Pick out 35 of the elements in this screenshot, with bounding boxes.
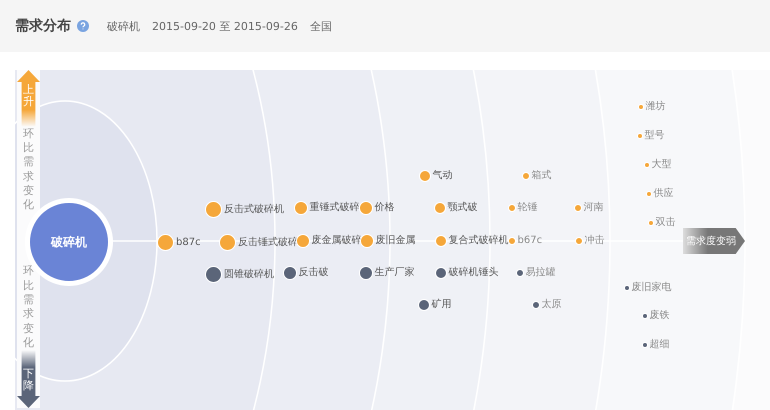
keyword-label[interactable]: b87c bbox=[176, 236, 201, 250]
keyword-label[interactable]: 潍坊 bbox=[646, 100, 666, 114]
keyword-label[interactable]: 反击式破碎机 bbox=[224, 202, 284, 216]
keyword-label[interactable]: 河南 bbox=[584, 201, 604, 215]
keyword-label[interactable]: 大型 bbox=[652, 158, 672, 172]
keyword-label[interactable]: 生产厂家 bbox=[374, 266, 414, 280]
keyword-label[interactable]: 轮锤 bbox=[518, 201, 538, 215]
section-title: 需求分布 bbox=[15, 17, 71, 35]
keyword-label[interactable]: 复合式破碎机 bbox=[448, 234, 508, 248]
keyword-label[interactable]: 颚式破 bbox=[448, 201, 478, 215]
keyword-label[interactable]: 反击锤式破碎 bbox=[238, 236, 298, 250]
date-range: 2015-09-20 至 2015-09-26 bbox=[152, 18, 298, 34]
keyword-label[interactable]: 型号 bbox=[644, 129, 664, 143]
keyword-label[interactable]: 废金属破碎 bbox=[312, 234, 362, 248]
keyword-label[interactable]: 破碎机锤头 bbox=[448, 266, 498, 280]
keyword-label[interactable]: b67c bbox=[518, 234, 542, 248]
keyword-label[interactable]: 双击 bbox=[656, 216, 676, 230]
help-icon[interactable] bbox=[77, 20, 89, 32]
keyword-label[interactable]: 易拉罐 bbox=[526, 266, 556, 280]
keyword-label[interactable]: 箱式 bbox=[532, 169, 552, 183]
keyword-label[interactable]: 重锤式破碎 bbox=[310, 201, 360, 215]
keyword-label[interactable]: 废旧家电 bbox=[632, 281, 672, 295]
keyword-label[interactable]: 太原 bbox=[542, 298, 562, 312]
keyword-label[interactable]: 价格 bbox=[374, 201, 394, 215]
keyword-label[interactable]: 圆锥破碎机 bbox=[224, 268, 274, 282]
keyword-label[interactable]: 矿用 bbox=[432, 298, 452, 312]
keyword-label[interactable]: 气动 bbox=[432, 169, 452, 183]
keyword-label[interactable]: 冲击 bbox=[584, 234, 604, 248]
keyword-label[interactable]: 废铁 bbox=[650, 309, 670, 323]
keyword-label[interactable]: 供应 bbox=[654, 187, 674, 201]
keyword-label[interactable]: 废旧金属 bbox=[376, 234, 416, 248]
region-text: 全国 bbox=[310, 18, 332, 34]
keyword-label[interactable]: 反击破 bbox=[298, 266, 328, 280]
keyword-text: 破碎机 bbox=[107, 18, 140, 34]
keyword-label[interactable]: 超细 bbox=[650, 338, 670, 352]
